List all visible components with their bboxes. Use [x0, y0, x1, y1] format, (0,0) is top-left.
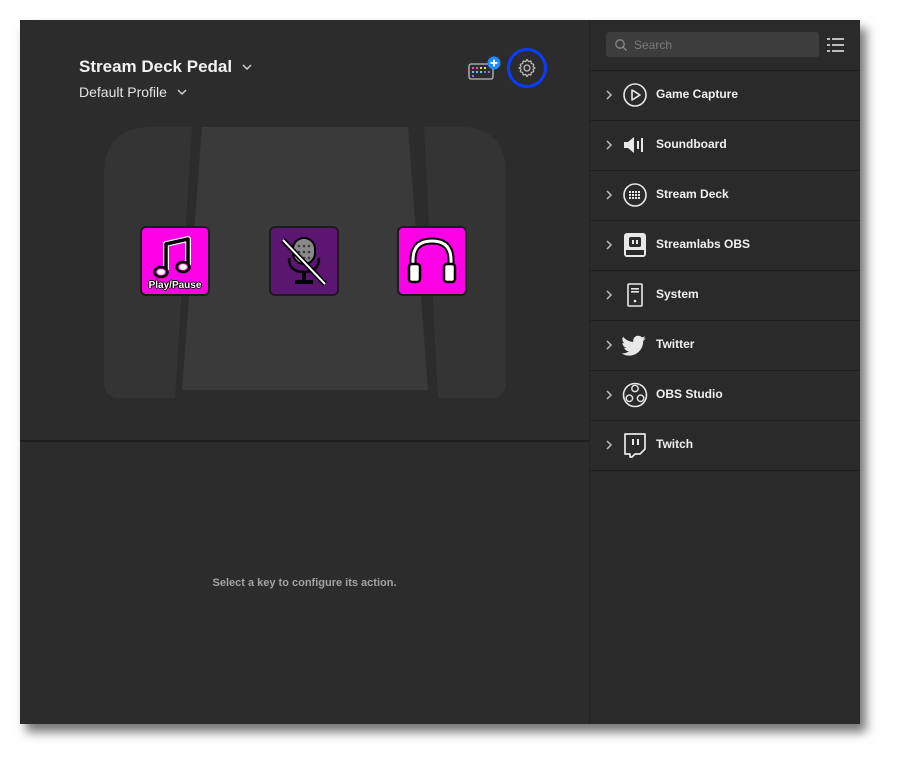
chevron-right-icon	[606, 190, 613, 200]
property-inspector-hint: Select a key to configure its action.	[212, 577, 397, 589]
chevron-right-icon	[606, 340, 613, 350]
category-label: Game Capture	[656, 87, 739, 101]
pedal-key-right[interactable]	[397, 226, 467, 296]
category-game-capture[interactable]: Game Capture	[590, 70, 860, 120]
key-label: Play/Pause	[148, 280, 202, 291]
list-view-icon	[827, 38, 844, 52]
pedal-key-center[interactable]	[269, 226, 339, 296]
pane-divider	[20, 440, 589, 442]
category-label: Streamlabs OBS	[656, 237, 751, 251]
category-system[interactable]: System	[590, 270, 860, 320]
pedal-key-left[interactable]: Play/Pause	[140, 226, 210, 296]
chevron-right-icon	[606, 290, 613, 300]
speaker-icon	[624, 137, 643, 153]
headphones-icon	[407, 237, 457, 284]
category-streamlabs-obs[interactable]: Streamlabs OBS	[590, 220, 860, 270]
category-twitch[interactable]: Twitch	[590, 420, 860, 471]
list-view-toggle[interactable]	[827, 37, 845, 53]
category-twitter[interactable]: Twitter	[590, 320, 860, 370]
search-icon	[615, 38, 627, 51]
streamlabs-icon	[624, 233, 646, 257]
category-label: Twitch	[656, 437, 694, 451]
category-obs-studio[interactable]: OBS Studio	[590, 370, 860, 420]
twitch-logo-icon	[624, 433, 646, 458]
search-input[interactable]	[632, 36, 816, 53]
search-box[interactable]	[606, 32, 819, 57]
chevron-right-icon	[606, 440, 613, 450]
pc-tower-icon	[627, 283, 643, 307]
category-label: Twitter	[656, 337, 695, 351]
device-canvas: Stream Deck Pedal Default Profile Play/P…	[20, 20, 589, 440]
category-label: Soundboard	[656, 137, 727, 151]
chevron-right-icon	[606, 140, 613, 150]
chevron-right-icon	[606, 390, 613, 400]
device-pane: Stream Deck Pedal Default Profile Play/P…	[20, 20, 589, 724]
action-category-list: Game Capture Soundboard Stream Deck Stre…	[590, 70, 860, 471]
play-circle-icon	[623, 83, 647, 107]
app-window: Stream Deck Pedal Default Profile Play/P…	[20, 20, 860, 724]
category-label: Stream Deck	[656, 187, 729, 201]
twitter-bird-icon	[622, 335, 646, 356]
category-label: System	[656, 287, 699, 301]
obs-logo-icon	[622, 382, 648, 408]
category-stream-deck[interactable]: Stream Deck	[590, 170, 860, 220]
stream-deck-icon	[623, 183, 647, 207]
category-label: OBS Studio	[656, 387, 723, 401]
category-soundboard[interactable]: Soundboard	[590, 120, 860, 170]
chevron-right-icon	[606, 90, 613, 100]
microphone-muted-icon	[281, 237, 327, 286]
actions-panel: Game Capture Soundboard	[590, 20, 860, 724]
chevron-right-icon	[606, 240, 613, 250]
